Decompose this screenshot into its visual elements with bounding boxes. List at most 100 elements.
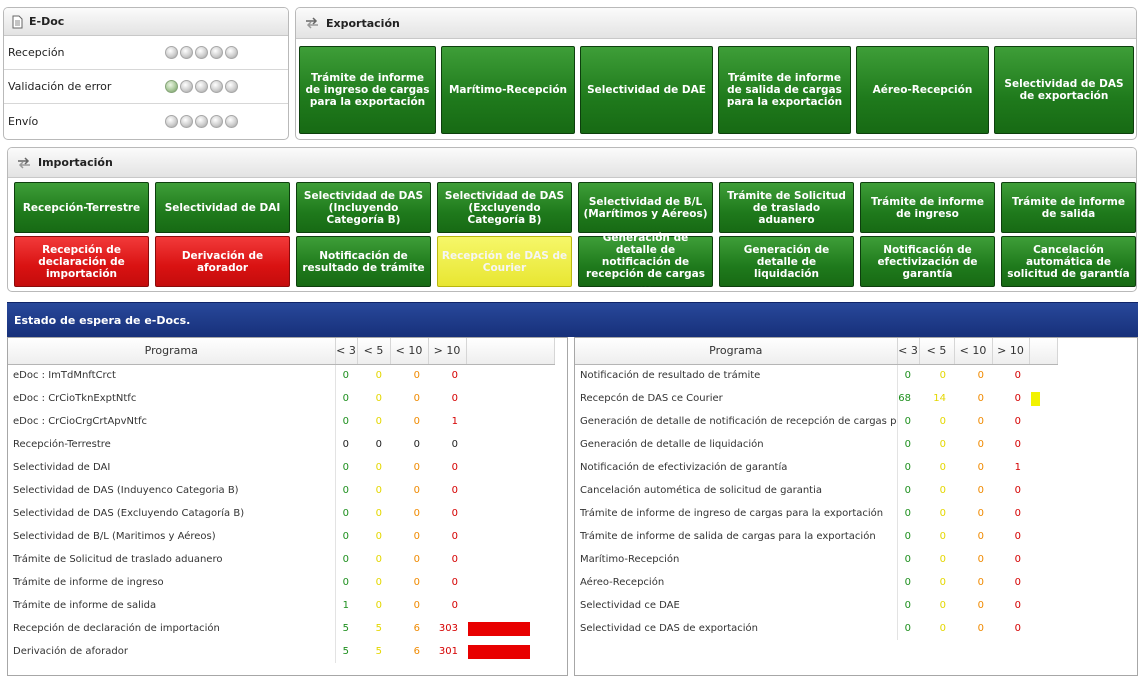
program-name: Trámite de informe de salida: [8, 594, 336, 617]
table-row[interactable]: Aéreo-Recepción 0 0 0 0: [575, 571, 1057, 594]
count-lt10: 0: [954, 479, 992, 502]
count-lt3: 0: [335, 571, 357, 594]
count-lt5: 0: [919, 433, 954, 456]
status-light-icon: [195, 114, 208, 128]
module-button-recepcion-terrestre[interactable]: Recepción-Terrestre: [14, 182, 149, 233]
wait-bar-cell: [466, 456, 554, 479]
count-lt3: 0: [904, 370, 911, 382]
count-lt10: 0: [954, 387, 992, 410]
count-gt10: 0: [428, 571, 466, 594]
count-lt10: 0: [413, 462, 420, 473]
wait-bar-cell: [466, 387, 554, 410]
count-lt3: 0: [335, 387, 357, 410]
count-lt10: 0: [977, 462, 984, 473]
wait-bar: [468, 621, 530, 636]
count-lt5: 0: [919, 479, 954, 502]
status-light-icon: [225, 46, 238, 59]
module-button-maritimo-recepcion[interactable]: Marítimo-Recepción: [441, 46, 575, 134]
edoc-row-label: Envío: [8, 114, 39, 128]
count-lt5: 0: [919, 525, 954, 548]
waiting-table-right: Programa < 3 < 5 < 10 > 10 Notificación de r…: [574, 337, 1138, 676]
count-lt10: 0: [977, 600, 984, 611]
module-button-generacion-de-detalle-de-liquidacion[interactable]: Generación de detalle de liquidación: [719, 236, 854, 287]
count-lt5: 0: [357, 525, 390, 548]
module-button-selectividad-de-das-de-exportacion[interactable]: Selectividad de DAS de exportación: [994, 46, 1134, 134]
status-light-icon: [180, 46, 193, 59]
table-row[interactable]: Selectividad ce DAE 0 0 0 0: [575, 594, 1057, 617]
table-row[interactable]: Trámite de Solicitud de traslado aduaner…: [8, 548, 554, 571]
table-header: Programa < 3 < 5 < 10 > 10: [575, 338, 1058, 365]
import-header: Importación: [8, 148, 1136, 178]
table-row[interactable]: Selectividad de B/L (Maritimos y Aéreos)…: [8, 525, 554, 548]
module-button-selectividad-de-das-incluyendo-categoria[interactable]: Selectividad de DAS (Incluyendo Categorí…: [296, 182, 431, 233]
module-button-tramite-de-informe-de-ingreso-de-cargas-[interactable]: Trámite de informe de ingreso de cargas …: [299, 46, 436, 134]
count-lt5: 0: [939, 600, 946, 611]
count-gt10: 0: [428, 525, 466, 548]
module-button-selectividad-de-das-excluyendo-categoria[interactable]: Selectividad de DAS (Excluyendo Categorí…: [437, 182, 572, 233]
module-button-generacion-de-detalle-de-notificacion-de[interactable]: Generación de detalle de notificación de…: [578, 232, 713, 292]
wait-bar-cell: [466, 640, 554, 663]
table-row[interactable]: Trámite de informe de salida 1 0 0 0: [8, 594, 554, 617]
wait-bar-cell: [1029, 502, 1057, 525]
module-button-recepcion-de-declaracion-de-importacion[interactable]: Recepción de declaración de importación: [14, 236, 149, 287]
count-lt3: 0: [335, 525, 357, 548]
count-gt10: 0: [428, 387, 466, 410]
count-lt10: 0: [413, 508, 420, 519]
count-lt3: 0: [904, 416, 911, 427]
table-row[interactable]: Generación de detalle de liquidación 0 0 0 0: [575, 433, 1057, 456]
table-row[interactable]: Selectividad de DAI 0 0 0 0: [8, 456, 554, 479]
count-gt10: 303: [428, 617, 466, 640]
table-row[interactable]: Marítimo-Recepción 0 0 0 0: [575, 548, 1057, 571]
table-row[interactable]: Trámite de informe de salida de cargas p…: [575, 525, 1057, 548]
module-button-recepcion-de-das-de-courier[interactable]: Recepción de DAS de Courier: [437, 236, 572, 287]
count-lt5: 0: [375, 554, 382, 565]
count-lt10: 0: [413, 370, 420, 382]
program-name: eDoc : ImTdMnftCrct: [8, 364, 336, 387]
wait-bar-cell: [466, 433, 554, 456]
table-header: Programa < 3 < 5 < 10 > 10: [8, 338, 555, 365]
table-row[interactable]: Derivación de aforador 5 5 6 301: [8, 640, 554, 663]
count-lt5: 0: [939, 462, 946, 473]
module-button-aereo-recepcion[interactable]: Aéreo-Recepción: [856, 46, 989, 134]
table-row[interactable]: Trámite de informe de ingreso 0 0 0 0: [8, 571, 554, 594]
table-row[interactable]: Selectividad de DAS (Induyenco Categoria…: [8, 479, 554, 502]
module-button-tramite-de-informe-de-ingreso[interactable]: Trámite de informe de ingreso: [860, 182, 995, 233]
count-gt10: 1: [451, 416, 458, 427]
table-row[interactable]: eDoc : CrCioCrgCrtApvNtfc 0 0 0 1: [8, 410, 554, 433]
status-light-icon: [210, 46, 223, 59]
export-title: Exportación: [326, 16, 400, 30]
module-button-notificacion-de-resultado-de-tramite[interactable]: Notificación de resultado de trámite: [296, 236, 431, 287]
table-row[interactable]: Recepcón de DAS ce Courier 68 14 0 0: [575, 387, 1057, 410]
table-row[interactable]: Notificación de resultado de trámite 0 0 0 0: [575, 364, 1057, 387]
count-lt3: 5: [335, 617, 357, 640]
count-gt10: 0: [1014, 370, 1021, 382]
wait-bar-cell: [466, 479, 554, 502]
module-button-selectividad-de-dai[interactable]: Selectividad de DAI: [155, 182, 290, 233]
table-row[interactable]: Trámite de informe de ingreso de cargas …: [575, 502, 1057, 525]
module-button-notificacion-de-efectivizacion-de-garant[interactable]: Notificación de efectivización de garant…: [860, 236, 995, 287]
program-name: Trámite de informe de ingreso de cargas …: [575, 502, 898, 525]
table-row[interactable]: Recepción de declaración de importación 5…: [8, 617, 554, 640]
table-row[interactable]: eDoc : ImTdMnftCrct 0 0 0 0: [8, 364, 554, 387]
module-button-cancelacion-automatica-de-solicitud-de-g[interactable]: Cancelación automática de solicitud de g…: [1001, 236, 1136, 287]
table-row[interactable]: Notificación de efectivización de garant…: [575, 456, 1057, 479]
count-lt10: 0: [413, 600, 420, 611]
module-button-tramite-de-informe-de-salida-de-cargas-p[interactable]: Trámite de informe de salida de cargas p…: [718, 46, 851, 134]
column-header-bar: [1029, 338, 1058, 365]
program-name: Recepción de declaración de importación: [8, 617, 336, 640]
module-button-selectividad-de-dae[interactable]: Selectividad de DAE: [580, 46, 713, 134]
count-gt10: 0: [1014, 416, 1021, 427]
module-button-selectividad-de-b-l-maritimos-y-aereos[interactable]: Selectividad de B/L (Marítimos y Aéreos): [578, 182, 713, 233]
module-button-tramite-de-informe-de-salida[interactable]: Trámite de informe de salida: [1001, 182, 1136, 233]
module-button-tramite-de-solicitud-de-traslado-aduaner[interactable]: Trámite de Solicitud de traslado aduaner…: [719, 182, 854, 233]
table-row[interactable]: Recepción-Terrestre 0 0 0 0: [8, 433, 554, 456]
module-button-derivacion-de-aforador[interactable]: Derivación de aforador: [155, 236, 290, 287]
count-lt10: 0: [413, 416, 420, 427]
table-row[interactable]: Cancelación automética de solicitud de g…: [575, 479, 1057, 502]
table-row[interactable]: eDoc : CrCioTknExptNtfc 0 0 0 0: [8, 387, 554, 410]
program-name: Selectividad de DAS (Induyenco Categoria…: [8, 479, 336, 502]
table-row[interactable]: Selectividad de DAS (Excluyendo Catagorí…: [8, 502, 554, 525]
table-row[interactable]: Generación de detalle de notificación de…: [575, 410, 1057, 433]
wait-bar-cell: [1029, 433, 1057, 456]
table-row[interactable]: Selectividad ce DAS de exportación 0 0 0 0: [575, 617, 1057, 640]
